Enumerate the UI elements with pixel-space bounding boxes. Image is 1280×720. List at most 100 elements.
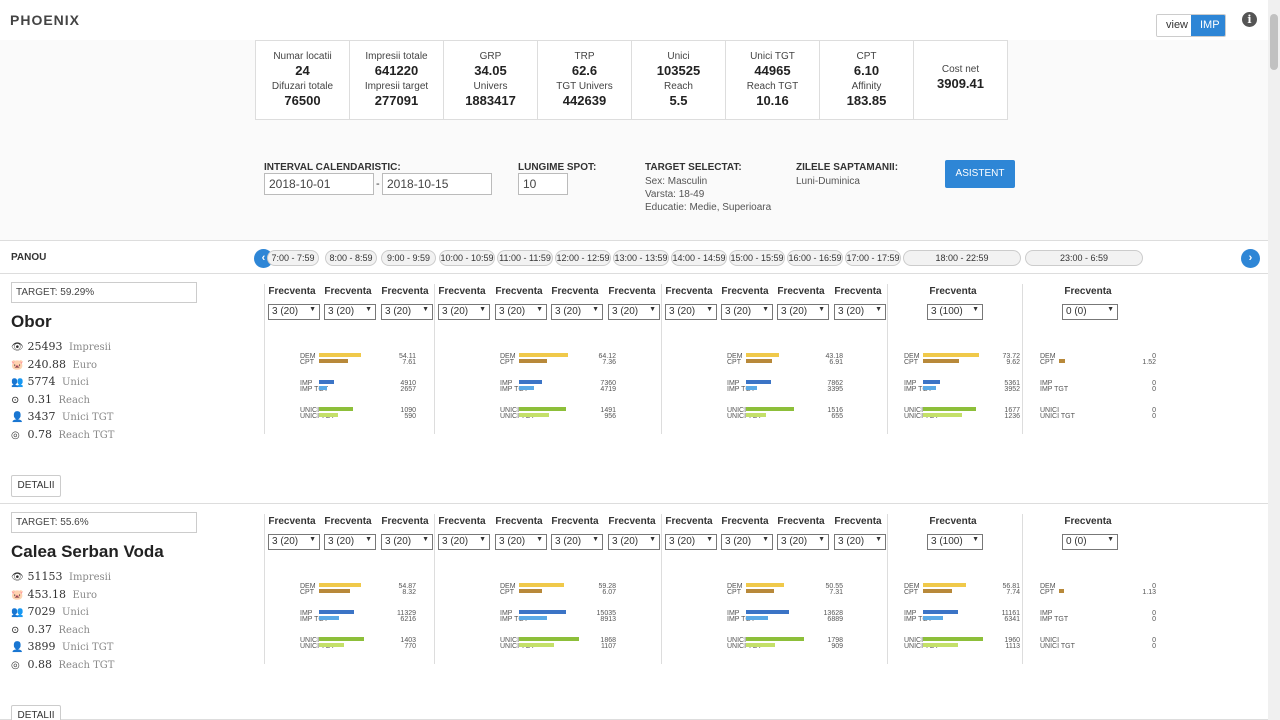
frecventa-select[interactable]: 3 (20) ▼ (777, 304, 829, 320)
days-label: ZILELE SAPTAMANII: (796, 162, 899, 173)
frecventa-select[interactable]: 3 (20) ▼ (495, 304, 547, 320)
dem-bar (319, 353, 361, 357)
stat-value: 44965 (754, 63, 791, 78)
page-scrollbar[interactable] (1268, 0, 1280, 720)
time-tab[interactable]: 17:00 - 17:59 (845, 250, 901, 266)
piggy-bank-icon: 🐷 (11, 359, 24, 371)
stat-box: Impresii totale 641220 Impresii target 27… (349, 40, 444, 120)
series-label: CPT (904, 358, 918, 366)
frecventa-select[interactable]: 3 (100) ▼ (927, 534, 983, 550)
time-tab[interactable]: 12:00 - 12:59 (555, 250, 611, 266)
frecventa-select[interactable]: 3 (20) ▼ (834, 534, 886, 550)
time-tab[interactable]: 8:00 - 8:59 (325, 250, 377, 266)
spot-length-input[interactable]: 10 (518, 173, 568, 195)
unici-tgt-bar (319, 412, 338, 417)
imp-button[interactable]: IMP (1191, 15, 1225, 36)
frecventa-select[interactable]: 3 (100) ▼ (927, 304, 983, 320)
time-tab[interactable]: 18:00 - 22:59 (903, 250, 1021, 266)
frecventa-select[interactable]: 3 (20) ▼ (381, 304, 433, 320)
frecventa-header: Frecventa (381, 516, 429, 527)
time-tab[interactable]: 15:00 - 15:59 (729, 250, 785, 266)
metric-line: ◎ 0.78 Reach TGT (11, 428, 114, 441)
view-button[interactable]: view (1157, 15, 1191, 36)
metric-value: 0.88 (27, 658, 53, 671)
metric-value: 25493 (27, 340, 63, 353)
imp-bar (319, 610, 355, 614)
frecventa-select[interactable]: 3 (20) ▼ (665, 304, 717, 320)
metric-line: ⊙ 0.31 Reach (11, 393, 90, 406)
scrollbar-thumb[interactable] (1270, 14, 1278, 70)
frecventa-select[interactable]: 3 (20) ▼ (721, 304, 773, 320)
frecventa-select[interactable]: 3 (20) ▼ (438, 304, 490, 320)
date-to-input[interactable]: 2018-10-15 (382, 173, 492, 195)
frecventa-select[interactable]: 3 (20) ▼ (721, 534, 773, 550)
detalii-button[interactable]: DETALII (11, 705, 61, 720)
series-value: 655 (831, 412, 843, 420)
metric-line: ◎ 0.88 Reach TGT (11, 658, 114, 671)
frecventa-select[interactable]: 3 (20) ▼ (324, 534, 376, 550)
next-time-button[interactable]: › (1241, 249, 1260, 268)
frecventa-select-value: 3 (100) (931, 536, 963, 547)
frecventa-header: Frecventa (438, 286, 486, 297)
target-percent-box: TARGET: 55.6% (11, 512, 197, 533)
series-value: 1113 (1005, 642, 1020, 650)
chevron-down-icon: ▼ (1107, 536, 1114, 543)
series-value: 0 (1152, 412, 1156, 420)
imp-tgt-bar (519, 615, 548, 620)
time-tab[interactable]: 11:00 - 11:59 (497, 250, 553, 266)
metric-unit: Unici TGT (62, 412, 114, 424)
chevron-down-icon: ▼ (422, 536, 429, 543)
frecventa-select[interactable]: 3 (20) ▼ (608, 534, 660, 550)
frecventa-select[interactable]: 3 (20) ▼ (268, 534, 320, 550)
stat-label: Reach TGT (746, 81, 799, 92)
frecventa-header: Frecventa (777, 286, 825, 297)
frecventa-select-value: 0 (0) (1066, 306, 1087, 317)
stats-summary: Numar locatii 24 Difuzari totale 76500 Imp… (255, 40, 1008, 120)
cpt-bar (746, 358, 772, 363)
frecventa-select[interactable]: 3 (20) ▼ (324, 304, 376, 320)
imp-bar (319, 380, 334, 384)
series-value: 7.61 (402, 358, 416, 366)
time-tab[interactable]: 9:00 - 9:59 (381, 250, 436, 266)
time-tab[interactable]: 23:00 - 6:59 (1025, 250, 1143, 266)
stat-box: TRP 62.6 TGT Univers 442639 (537, 40, 632, 120)
frecventa-select-value: 3 (20) (555, 306, 582, 317)
unici-tgt-bar (746, 642, 775, 647)
frecventa-select[interactable]: 3 (20) ▼ (608, 304, 660, 320)
stat-label: TRP (574, 51, 595, 62)
frecventa-select[interactable]: 0 (0) ▼ (1062, 304, 1118, 320)
time-tab[interactable]: 7:00 - 7:59 (267, 250, 319, 266)
frecventa-select[interactable]: 3 (20) ▼ (665, 534, 717, 550)
frecventa-select[interactable]: 3 (20) ▼ (551, 304, 603, 320)
time-tab[interactable]: 10:00 - 10:59 (439, 250, 495, 266)
stat-box: GRP 34.05 Univers 1883417 (443, 40, 538, 120)
frecventa-select[interactable]: 3 (20) ▼ (268, 304, 320, 320)
frecventa-select[interactable]: 0 (0) ▼ (1062, 534, 1118, 550)
frecventa-select[interactable]: 3 (20) ▼ (834, 304, 886, 320)
frecventa-header: Frecventa (608, 516, 656, 527)
frecventa-select[interactable]: 3 (20) ▼ (551, 534, 603, 550)
time-tab[interactable]: 13:00 - 13:59 (613, 250, 669, 266)
frecventa-select[interactable]: 3 (20) ▼ (381, 534, 433, 550)
time-tab[interactable]: 16:00 - 16:59 (787, 250, 843, 266)
series-value: 8913 (600, 615, 616, 623)
metric-value: 240.88 (27, 357, 67, 371)
stat-box: Cost net 3909.41 (913, 40, 1008, 120)
frecventa-select[interactable]: 3 (20) ▼ (495, 534, 547, 550)
info-icon[interactable]: i (1242, 12, 1257, 27)
time-tab[interactable]: 14:00 - 14:59 (671, 250, 727, 266)
unici-bar (319, 407, 354, 411)
detalii-button[interactable]: DETALII (11, 475, 61, 497)
frecventa-select[interactable]: 3 (20) ▼ (438, 534, 490, 550)
metric-line: 👤 3899 Unici TGT (11, 640, 113, 653)
series-label: CPT (300, 358, 314, 366)
frecventa-header: Frecventa (1064, 286, 1112, 297)
target-sex: Sex: Masculin (645, 176, 708, 187)
frecventa-select-value: 3 (20) (385, 536, 412, 547)
imp-bar (923, 610, 958, 614)
frecventa-select[interactable]: 3 (20) ▼ (777, 534, 829, 550)
frecventa-select-value: 3 (20) (838, 536, 865, 547)
asistent-button[interactable]: ASISTENT (945, 160, 1015, 188)
date-from-input[interactable]: 2018-10-01 (264, 173, 374, 195)
chevron-down-icon: ▼ (875, 536, 882, 543)
